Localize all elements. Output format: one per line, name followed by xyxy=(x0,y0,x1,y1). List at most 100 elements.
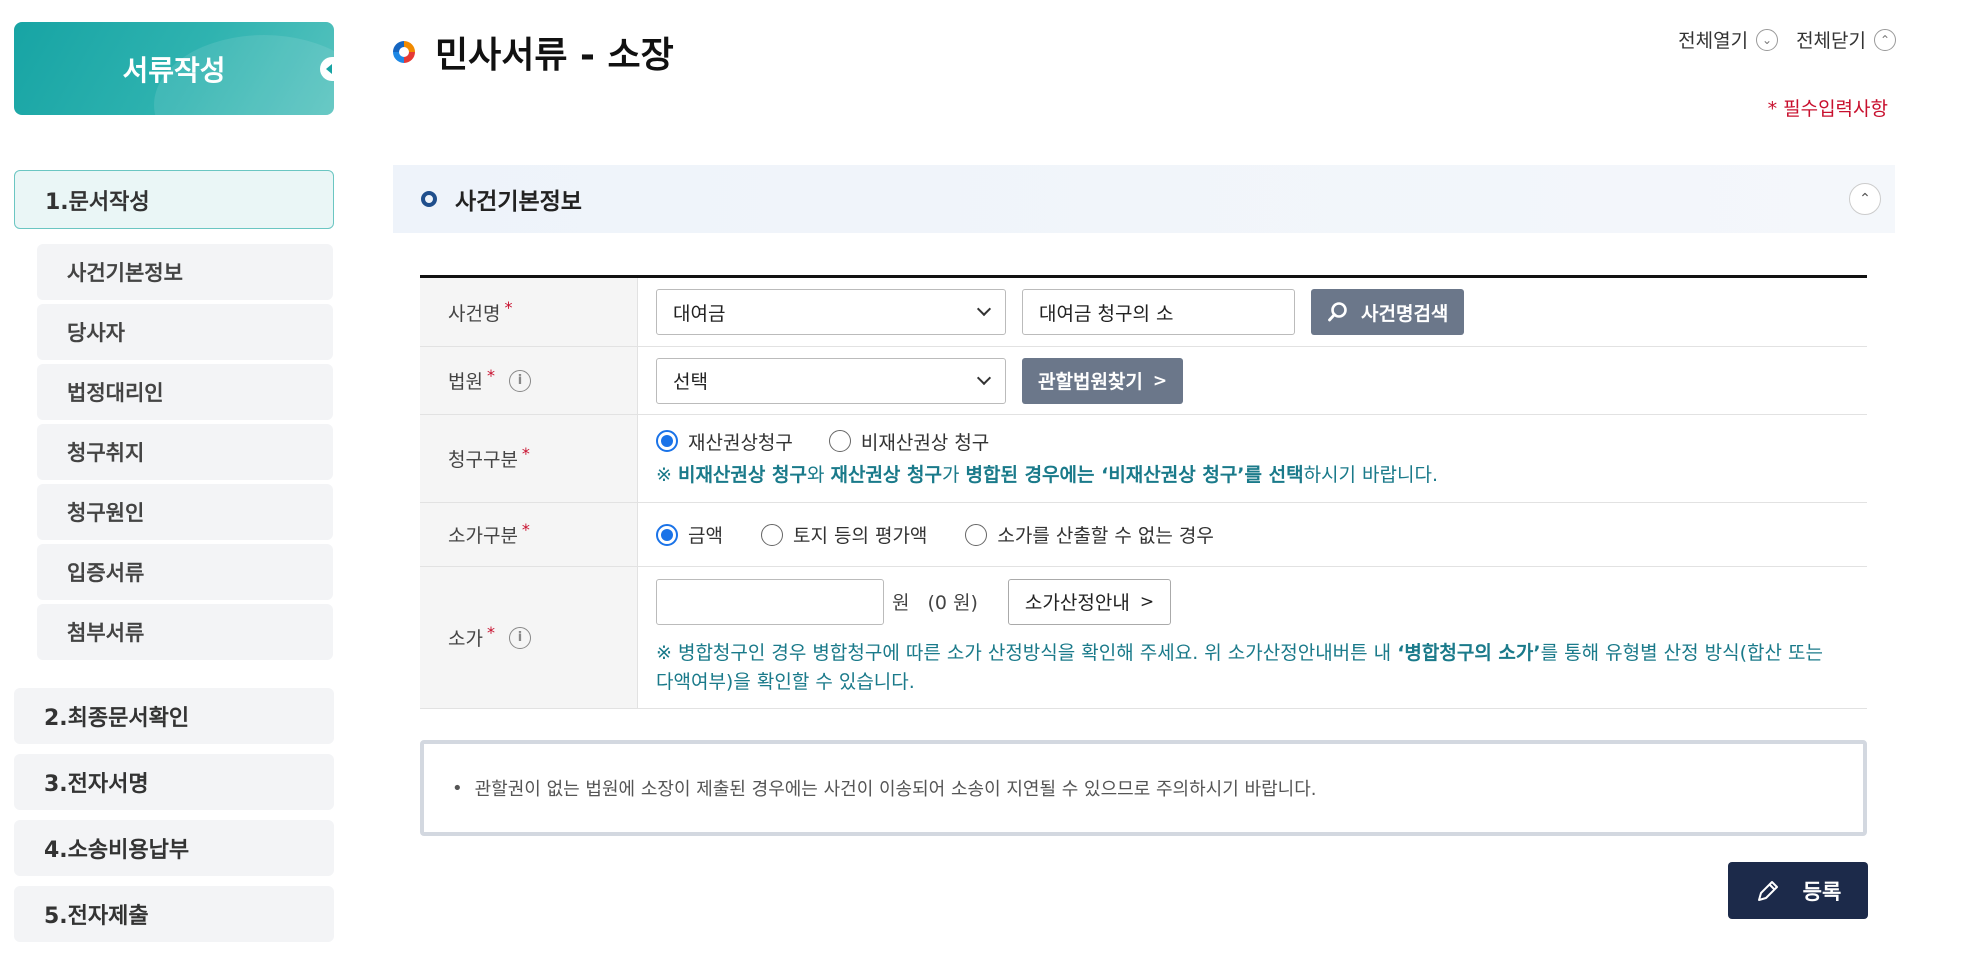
jurisdiction-info-box: • 관할권이 없는 법원에 소장이 제출된 경우에는 사건이 이송되어 소송이 … xyxy=(420,740,1867,836)
register-button[interactable]: 등록 xyxy=(1728,862,1868,919)
label-court: 법원 * i xyxy=(420,347,638,414)
expand-controls: 전체열기 ⌄ 전체닫기 ⌃ xyxy=(1678,26,1904,53)
step-document-writing[interactable]: 1.문서작성 xyxy=(14,170,334,229)
radio-property-claim[interactable] xyxy=(656,430,678,452)
label-text: 소가 xyxy=(448,628,483,650)
notice-bold: ‘병합청구의 소가’ xyxy=(1397,641,1541,664)
sidebar-item-label: 첨부서류 xyxy=(67,621,145,645)
radio-not-calculable[interactable] xyxy=(965,523,988,546)
find-court-label: 관할법원찾기 xyxy=(1038,371,1143,393)
label-text: 청구구분 xyxy=(448,449,518,471)
info-icon[interactable]: i xyxy=(508,626,531,649)
label-value-type: 소가구분 * xyxy=(420,503,638,566)
radio-label-not-calculable: 소가를 산출할 수 없는 경우 xyxy=(997,525,1214,547)
step-label: 4.소송비용납부 xyxy=(44,838,190,863)
section-bullet-icon xyxy=(421,191,437,207)
row-claim-type: 청구구분 * 재산권상청구 비재산권상 청구 ※ 비재산권상 청구와 재산권상 … xyxy=(420,415,1867,503)
notice-bold: 비재산권상 청구 xyxy=(677,463,807,486)
row-case-name: 사건명 * 대여금 대여금 청구의 소 사건명검색 xyxy=(420,278,1867,347)
row-value: 소가 * i 원 (0 원) 소가산정안내 > ※ 병합청구인 경우 병합청구에… xyxy=(420,567,1867,709)
radio-non-property-claim[interactable] xyxy=(828,430,851,452)
expand-all-button[interactable]: 전체열기 ⌄ xyxy=(1678,26,1786,53)
value-notice: ※ 병합청구인 경우 병합청구에 따른 소가 산정방식을 확인해 주세요. 위 … xyxy=(656,639,1836,697)
value-amount-input[interactable] xyxy=(656,578,884,625)
case-info-form: 사건명 * 대여금 대여금 청구의 소 사건명검색 법원 * i 선택 관할법원… xyxy=(420,275,1867,709)
court-select-value: 선택 xyxy=(673,371,708,393)
radio-label-amount: 금액 xyxy=(688,525,723,547)
notice-text: 와 xyxy=(806,463,831,486)
case-type-select[interactable]: 대여금 xyxy=(656,289,1006,335)
chevron-down-icon xyxy=(976,370,992,385)
notice-mark: ※ xyxy=(656,463,678,486)
step-fee-payment[interactable]: 4.소송비용납부 xyxy=(14,820,334,876)
currency-unit: 원 xyxy=(892,592,910,614)
court-select[interactable]: 선택 xyxy=(656,357,1006,404)
page: 서류작성 1.문서작성 사건기본정보 당사자 법정대리인 청구취지 청구원인 입… xyxy=(0,0,1964,964)
step-label: 3.전자서명 xyxy=(44,772,149,797)
case-name-input-value: 대여금 청구의 소 xyxy=(1039,302,1174,325)
sidebar-item-attachments[interactable]: 첨부서류 xyxy=(37,604,333,660)
register-label: 등록 xyxy=(1802,879,1842,904)
section-header-case-info: 사건기본정보 ⌃ xyxy=(393,165,1895,233)
sidebar-title: 서류작성 xyxy=(122,53,226,87)
row-court: 법원 * i 선택 관할법원찾기 > xyxy=(420,347,1867,415)
case-name-input[interactable]: 대여금 청구의 소 xyxy=(1022,289,1295,335)
sidebar-item-legal-representative[interactable]: 법정대리인 xyxy=(37,364,333,420)
info-box-text: 관할권이 없는 법원에 소장이 제출된 경우에는 사건이 이송되어 소송이 지연… xyxy=(474,779,1317,800)
radio-amount[interactable] xyxy=(656,523,678,546)
pencil-icon xyxy=(1757,880,1778,901)
notice-bold: 병합된 경우에는 ‘비재산권상 청구’를 선택 xyxy=(965,463,1304,486)
step-e-submission[interactable]: 5.전자제출 xyxy=(14,886,334,942)
sidebar-item-case-info[interactable]: 사건기본정보 xyxy=(37,244,333,300)
chevron-right-icon: > xyxy=(1139,591,1155,612)
sidebar-item-claim-purpose[interactable]: 청구취지 xyxy=(37,424,333,480)
notice-text: 가 xyxy=(941,463,966,486)
value-claim-type: 재산권상청구 비재산권상 청구 ※ 비재산권상 청구와 재산권상 청구가 병합된… xyxy=(638,415,1867,502)
radio-label-non-property-claim: 비재산권상 청구 xyxy=(860,431,990,454)
step-e-signature[interactable]: 3.전자서명 xyxy=(14,754,334,810)
case-name-search-button[interactable]: 사건명검색 xyxy=(1311,289,1465,335)
info-icon[interactable]: i xyxy=(508,369,531,392)
radio-land-value[interactable] xyxy=(760,523,783,546)
radio-label-land-value: 토지 등의 평가액 xyxy=(792,525,928,547)
label-value: 소가 * i xyxy=(420,567,638,708)
sidebar-item-label: 청구원인 xyxy=(67,501,145,525)
sidebar-item-claim-cause[interactable]: 청구원인 xyxy=(37,484,333,540)
label-text: 법원 xyxy=(448,371,483,393)
sidebar-item-parties[interactable]: 당사자 xyxy=(37,304,333,360)
required-mark: * xyxy=(521,444,530,463)
sidebar-item-label: 청구취지 xyxy=(67,441,145,465)
row-value-type: 소가구분 * 금액 토지 등의 평가액 소가를 산출할 수 없는 경우 xyxy=(420,503,1867,567)
required-note: * 필수입력사항 xyxy=(1767,98,1888,120)
step-final-review[interactable]: 2.최종문서확인 xyxy=(14,688,334,744)
find-court-button[interactable]: 관할법원찾기 > xyxy=(1022,357,1184,404)
notice-text: ※ 병합청구인 경우 병합청구에 따른 소가 산정방식을 확인해 주세요. 위 … xyxy=(656,641,1398,664)
required-mark: * xyxy=(504,297,513,317)
sidebar-item-evidence[interactable]: 입증서류 xyxy=(37,544,333,600)
amount-readout: (0 원) xyxy=(927,592,978,614)
radio-label-property-claim: 재산권상청구 xyxy=(688,431,793,454)
section-title: 사건기본정보 xyxy=(455,189,582,215)
chevron-up-icon: ⌃ xyxy=(1874,28,1896,51)
expand-all-label: 전체열기 xyxy=(1678,30,1749,52)
sidebar-item-label: 법정대리인 xyxy=(67,381,164,405)
required-mark: * xyxy=(486,366,495,385)
required-mark: * xyxy=(521,520,530,539)
collapse-all-button[interactable]: 전체닫기 ⌃ xyxy=(1796,26,1904,53)
value-value-type: 금액 토지 등의 평가액 소가를 산출할 수 없는 경우 xyxy=(638,503,1867,566)
sidebar-header: 서류작성 xyxy=(14,22,334,115)
value-guide-button[interactable]: 소가산정안내 > xyxy=(1007,578,1172,625)
collapse-all-label: 전체닫기 xyxy=(1796,30,1866,52)
search-button-label: 사건명검색 xyxy=(1361,302,1449,325)
sidebar-item-label: 입증서류 xyxy=(67,561,145,585)
section-collapse-button[interactable]: ⌃ xyxy=(1849,183,1881,215)
value-court: 선택 관할법원찾기 > xyxy=(638,347,1867,414)
page-title-wrap: 민사서류 - 소장 xyxy=(393,26,674,78)
value-guide-label: 소가산정안내 xyxy=(1024,592,1130,614)
sidebar-collapse-toggle[interactable] xyxy=(320,56,334,81)
chevron-left-icon xyxy=(325,63,332,74)
page-title: 민사서류 - 소장 xyxy=(435,35,674,76)
label-text: 사건명 xyxy=(448,302,501,325)
step-label: 2.최종문서확인 xyxy=(44,706,190,731)
notice-bold: 재산권상 청구 xyxy=(830,463,942,486)
